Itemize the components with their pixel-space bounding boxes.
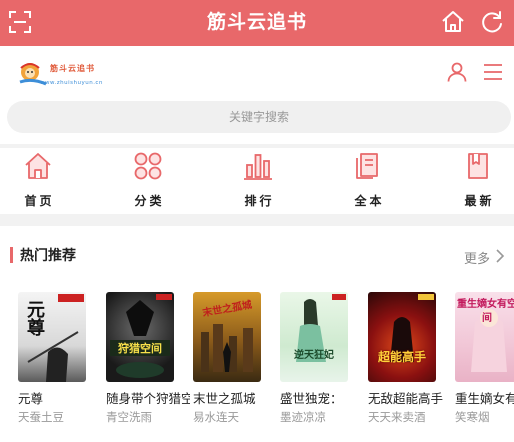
book-cover[interactable]: 元尊 (18, 292, 86, 382)
book-title[interactable]: 重生嫡女有空间 (455, 388, 514, 407)
latest-icon (468, 153, 488, 179)
home-icon[interactable] (440, 9, 466, 35)
cover-title: 逆天狂妃 (294, 350, 334, 361)
book-title[interactable]: 随身带个狩猎空间 (106, 388, 190, 407)
book-author[interactable]: 青空洗雨 (106, 409, 190, 425)
nav-item-category[interactable]: 分类 (118, 148, 178, 214)
nav-label: 最新 (464, 194, 495, 208)
book-title[interactable]: 元尊 (18, 388, 102, 407)
site-logo[interactable]: 筋斗云追书 www.zhuishuyun.cn (16, 56, 116, 92)
nav-item-home[interactable]: 首页 (8, 148, 68, 214)
cover-art (296, 294, 346, 362)
ranking-icon (244, 154, 272, 180)
cover-title: 狩猎空间 (110, 340, 170, 356)
book-title[interactable]: 无敌超能高手 (368, 388, 452, 407)
search-area: 关键字搜索 (0, 96, 514, 144)
category-icon (134, 152, 162, 180)
book-author[interactable]: 天天来卖酒 (368, 409, 452, 425)
nav-label: 首页 (24, 194, 55, 208)
nav-label: 分类 (134, 194, 165, 208)
nav-item-latest[interactable]: 最新 (448, 148, 508, 214)
book-author[interactable]: 墨迹凉凉 (280, 409, 364, 425)
book-author[interactable]: 易水连天 (193, 409, 277, 425)
nav-label: 全本 (354, 194, 385, 208)
home-icon (25, 153, 51, 179)
cover-art (390, 294, 434, 362)
section-accent-bar (10, 247, 13, 263)
book-cover[interactable]: 超能高手 (368, 292, 436, 382)
cover-title: 重生嫡女有空间 (457, 299, 514, 324)
top-bar: 筋斗云追书 (0, 0, 514, 46)
nav-label: 排行 (244, 194, 275, 208)
user-icon[interactable] (447, 62, 467, 82)
chevron-right-icon[interactable] (495, 249, 505, 263)
book-cover[interactable]: 末世之孤城 (193, 292, 261, 382)
nav-item-ranking[interactable]: 排行 (228, 148, 288, 214)
book-cover[interactable]: 逆天狂妃 (280, 292, 348, 382)
hot-recommend-section: 热门推荐 更多 元尊 元尊 天蚕土豆 狩猎空间 随身带个狩猎空间 青空洗雨 (0, 226, 514, 442)
menu-icon[interactable] (483, 63, 503, 81)
complete-books-icon (356, 153, 378, 179)
book-cover[interactable]: 狩猎空间 (106, 292, 174, 382)
cover-title: 元尊 (24, 300, 45, 336)
nav-item-complete[interactable]: 全本 (338, 148, 398, 214)
book-author[interactable]: 天蚕土豆 (18, 409, 102, 425)
book-title[interactable]: 末世之孤城 (193, 388, 277, 407)
cover-art (116, 294, 172, 378)
book-title[interactable]: 盛世独宠： (280, 388, 364, 407)
cover-title: 超能高手 (377, 350, 426, 364)
section-title: 热门推荐 (20, 248, 76, 264)
book-author[interactable]: 笑寒烟 (455, 409, 514, 425)
logo-url: www.zhuishuyun.cn (40, 80, 103, 86)
book-cover[interactable]: 重生嫡女有空间 (455, 292, 514, 382)
category-nav: 首页 分类 排行 全本 最新 (0, 148, 514, 214)
logo-text: 筋斗云追书 (50, 64, 95, 73)
more-link[interactable]: 更多 (464, 248, 490, 267)
search-input[interactable]: 关键字搜索 (7, 101, 511, 133)
refresh-icon[interactable] (479, 9, 505, 35)
app-title: 筋斗云追书 (206, 11, 307, 33)
